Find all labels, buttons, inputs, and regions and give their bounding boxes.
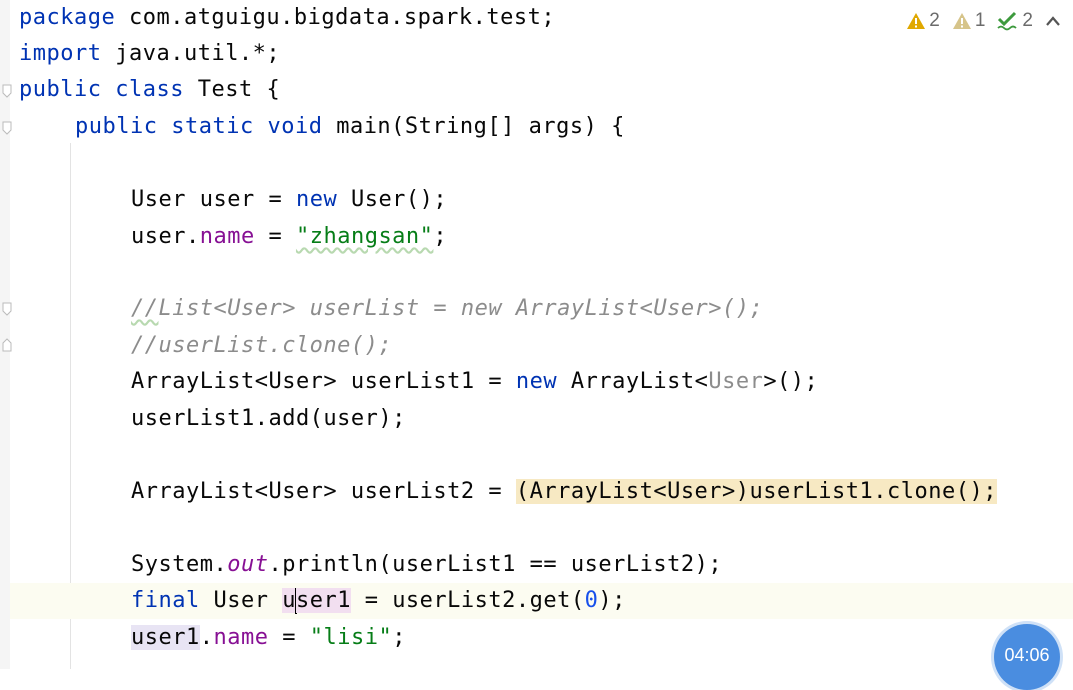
fold-marker-comment-end[interactable] [2,338,12,352]
inspection-widget[interactable]: 2 1 2 [906,8,1061,34]
typo-check-icon [997,11,1018,31]
typos-indicator[interactable]: 2 [997,10,1033,32]
redundant-cast-highlight: (ArrayList<User>)userList1.clone() [515,479,984,504]
code-line-new-user[interactable]: User user = new User(); [131,182,447,218]
code-line-comment-list[interactable]: //List<User> userList = new ArrayList<Us… [131,291,763,327]
code-line-package[interactable]: package com.atguigu.bigdata.spark.test; [19,0,555,36]
code-line-import[interactable]: import java.util.*; [19,36,280,72]
code-line-userlist2[interactable]: ArrayList<User> userList2 = (ArrayList<U… [131,474,997,510]
warning-icon [907,13,926,29]
code-line-println[interactable]: System.out.println(userList1 == userList… [131,547,722,583]
code-line-add-user[interactable]: userList1.add(user); [131,401,406,437]
weak-warnings-indicator[interactable]: 1 [952,10,985,32]
identifier-user1-usage: user1 [131,625,200,650]
fold-marker-method[interactable] [2,121,12,135]
code-line-main-decl[interactable]: public static void main(String[] args) { [75,109,625,145]
recording-timer-badge: 04:06 [994,624,1060,690]
code-line-class-decl[interactable]: public class Test { [19,72,280,108]
chevron-up-icon[interactable] [1045,15,1061,27]
editor-gutter [0,0,10,669]
code-line-userlist1[interactable]: ArrayList<User> userList1 = new ArrayLis… [131,364,818,400]
code-line-final-user1[interactable]: final User user1 = userList2.get(0); [131,583,626,619]
code-line-comment-clone[interactable]: //userList.clone(); [131,328,392,364]
code-line-set-name[interactable]: user.name = "zhangsan"; [131,219,447,255]
warnings-indicator[interactable]: 2 [906,10,940,32]
fold-marker-class[interactable] [2,84,12,98]
code-line-set-lisi[interactable]: user1.name = "lisi"; [131,620,406,656]
weak-warning-icon [952,13,971,29]
fold-marker-comment-start[interactable] [2,302,12,316]
identifier-user1-decl: u [282,588,296,613]
